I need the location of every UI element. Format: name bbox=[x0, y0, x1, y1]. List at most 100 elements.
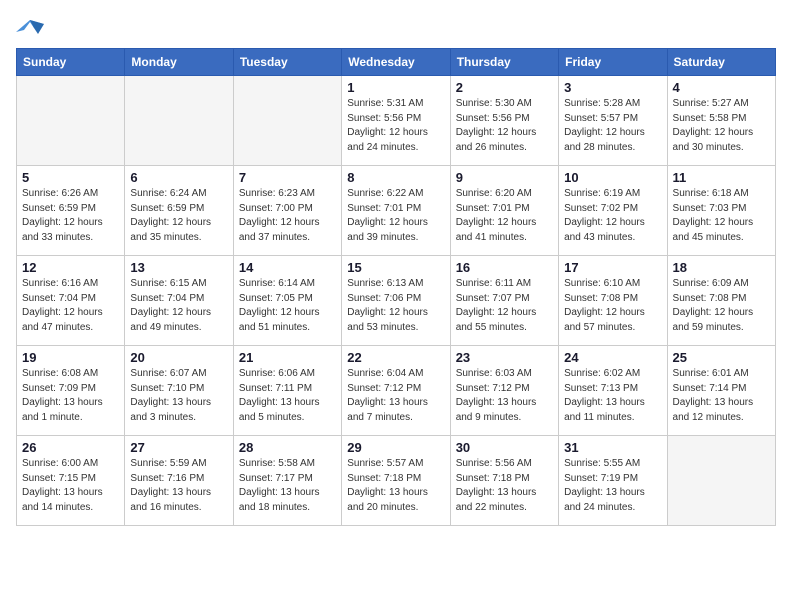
day-info: Sunrise: 6:26 AM Sunset: 6:59 PM Dayligh… bbox=[22, 187, 119, 245]
week-row-2: 5Sunrise: 6:26 AM Sunset: 6:59 PM Daylig… bbox=[17, 166, 776, 256]
calendar-cell: 21 Sunrise: 6:06 AM Sunset: 7:11 PM Dayli… bbox=[233, 346, 341, 436]
header-tuesday: Tuesday bbox=[233, 49, 341, 76]
calendar-cell bbox=[17, 76, 125, 166]
day-number: 17 bbox=[564, 260, 661, 275]
day-number: 16 bbox=[456, 260, 553, 275]
day-info: Sunrise: 6:11 AM Sunset: 7:07 PM Dayligh… bbox=[456, 277, 553, 335]
day-info: Sunrise: 6:03 AM Sunset: 7:12 PM Dayligh… bbox=[456, 367, 553, 425]
calendar-cell: 13 Sunrise: 6:15 AM Sunset: 7:04 PM Dayli… bbox=[125, 256, 233, 346]
day-info: Sunrise: 6:08 AM Sunset: 7:09 PM Dayligh… bbox=[22, 367, 119, 425]
calendar-cell: 16 Sunrise: 6:11 AM Sunset: 7:07 PM Dayli… bbox=[450, 256, 558, 346]
logo bbox=[16, 16, 48, 40]
day-number: 15 bbox=[347, 260, 444, 275]
day-number: 22 bbox=[347, 350, 444, 365]
day-info: Sunrise: 6:00 AM Sunset: 7:15 PM Dayligh… bbox=[22, 457, 119, 515]
day-info: Sunrise: 5:30 AM Sunset: 5:56 PM Dayligh… bbox=[456, 97, 553, 155]
calendar-cell: 6 Sunrise: 6:24 AM Sunset: 6:59 PM Daylig… bbox=[125, 166, 233, 256]
calendar-cell: 29 Sunrise: 5:57 AM Sunset: 7:18 PM Dayli… bbox=[342, 436, 450, 526]
day-number: 11 bbox=[673, 170, 770, 185]
header-thursday: Thursday bbox=[450, 49, 558, 76]
day-number: 12 bbox=[22, 260, 119, 275]
day-number: 31 bbox=[564, 440, 661, 455]
calendar-cell: 18Sunrise: 6:09 AM Sunset: 7:08 PM Dayli… bbox=[667, 256, 775, 346]
calendar-cell: 4Sunrise: 5:27 AM Sunset: 5:58 PM Daylig… bbox=[667, 76, 775, 166]
logo-icon bbox=[16, 16, 44, 40]
calendar-cell: 30 Sunrise: 5:56 AM Sunset: 7:18 PM Dayli… bbox=[450, 436, 558, 526]
day-number: 6 bbox=[130, 170, 227, 185]
day-info: Sunrise: 6:18 AM Sunset: 7:03 PM Dayligh… bbox=[673, 187, 770, 245]
calendar-cell: 10 Sunrise: 6:19 AM Sunset: 7:02 PM Dayli… bbox=[559, 166, 667, 256]
day-info: Sunrise: 6:01 AM Sunset: 7:14 PM Dayligh… bbox=[673, 367, 770, 425]
calendar-cell: 22 Sunrise: 6:04 AM Sunset: 7:12 PM Dayli… bbox=[342, 346, 450, 436]
day-number: 14 bbox=[239, 260, 336, 275]
calendar-cell: 5Sunrise: 6:26 AM Sunset: 6:59 PM Daylig… bbox=[17, 166, 125, 256]
calendar-table: SundayMondayTuesdayWednesdayThursdayFrid… bbox=[16, 48, 776, 526]
calendar-cell: 7 Sunrise: 6:23 AM Sunset: 7:00 PM Daylig… bbox=[233, 166, 341, 256]
day-info: Sunrise: 6:19 AM Sunset: 7:02 PM Dayligh… bbox=[564, 187, 661, 245]
day-info: Sunrise: 6:10 AM Sunset: 7:08 PM Dayligh… bbox=[564, 277, 661, 335]
header-monday: Monday bbox=[125, 49, 233, 76]
day-info: Sunrise: 5:57 AM Sunset: 7:18 PM Dayligh… bbox=[347, 457, 444, 515]
day-info: Sunrise: 5:31 AM Sunset: 5:56 PM Dayligh… bbox=[347, 97, 444, 155]
week-row-4: 19 Sunrise: 6:08 AM Sunset: 7:09 PM Dayli… bbox=[17, 346, 776, 436]
day-number: 24 bbox=[564, 350, 661, 365]
day-info: Sunrise: 6:13 AM Sunset: 7:06 PM Dayligh… bbox=[347, 277, 444, 335]
day-number: 25 bbox=[673, 350, 770, 365]
day-number: 20 bbox=[130, 350, 227, 365]
week-row-3: 12 Sunrise: 6:16 AM Sunset: 7:04 PM Dayli… bbox=[17, 256, 776, 346]
day-info: Sunrise: 6:16 AM Sunset: 7:04 PM Dayligh… bbox=[22, 277, 119, 335]
calendar-cell bbox=[233, 76, 341, 166]
day-info: Sunrise: 6:15 AM Sunset: 7:04 PM Dayligh… bbox=[130, 277, 227, 335]
day-number: 1 bbox=[347, 80, 444, 95]
calendar-cell: 8 Sunrise: 6:22 AM Sunset: 7:01 PM Daylig… bbox=[342, 166, 450, 256]
calendar-header-row: SundayMondayTuesdayWednesdayThursdayFrid… bbox=[17, 49, 776, 76]
calendar-cell bbox=[667, 436, 775, 526]
day-info: Sunrise: 6:14 AM Sunset: 7:05 PM Dayligh… bbox=[239, 277, 336, 335]
calendar-cell: 15 Sunrise: 6:13 AM Sunset: 7:06 PM Dayli… bbox=[342, 256, 450, 346]
header-friday: Friday bbox=[559, 49, 667, 76]
day-number: 13 bbox=[130, 260, 227, 275]
day-info: Sunrise: 5:27 AM Sunset: 5:58 PM Dayligh… bbox=[673, 97, 770, 155]
calendar-cell: 25 Sunrise: 6:01 AM Sunset: 7:14 PM Dayli… bbox=[667, 346, 775, 436]
day-info: Sunrise: 5:28 AM Sunset: 5:57 PM Dayligh… bbox=[564, 97, 661, 155]
day-number: 21 bbox=[239, 350, 336, 365]
calendar-cell: 12 Sunrise: 6:16 AM Sunset: 7:04 PM Dayli… bbox=[17, 256, 125, 346]
header-wednesday: Wednesday bbox=[342, 49, 450, 76]
day-number: 7 bbox=[239, 170, 336, 185]
day-info: Sunrise: 6:20 AM Sunset: 7:01 PM Dayligh… bbox=[456, 187, 553, 245]
day-number: 3 bbox=[564, 80, 661, 95]
header-saturday: Saturday bbox=[667, 49, 775, 76]
day-number: 30 bbox=[456, 440, 553, 455]
calendar-cell: 9Sunrise: 6:20 AM Sunset: 7:01 PM Daylig… bbox=[450, 166, 558, 256]
header-sunday: Sunday bbox=[17, 49, 125, 76]
day-number: 23 bbox=[456, 350, 553, 365]
day-info: Sunrise: 5:56 AM Sunset: 7:18 PM Dayligh… bbox=[456, 457, 553, 515]
day-info: Sunrise: 6:23 AM Sunset: 7:00 PM Dayligh… bbox=[239, 187, 336, 245]
calendar-cell: 19 Sunrise: 6:08 AM Sunset: 7:09 PM Dayli… bbox=[17, 346, 125, 436]
calendar-cell: 28 Sunrise: 5:58 AM Sunset: 7:17 PM Dayli… bbox=[233, 436, 341, 526]
day-number: 28 bbox=[239, 440, 336, 455]
day-info: Sunrise: 6:02 AM Sunset: 7:13 PM Dayligh… bbox=[564, 367, 661, 425]
day-number: 2 bbox=[456, 80, 553, 95]
day-number: 29 bbox=[347, 440, 444, 455]
day-info: Sunrise: 6:04 AM Sunset: 7:12 PM Dayligh… bbox=[347, 367, 444, 425]
day-info: Sunrise: 6:24 AM Sunset: 6:59 PM Dayligh… bbox=[130, 187, 227, 245]
day-info: Sunrise: 5:58 AM Sunset: 7:17 PM Dayligh… bbox=[239, 457, 336, 515]
calendar-cell: 31Sunrise: 5:55 AM Sunset: 7:19 PM Dayli… bbox=[559, 436, 667, 526]
day-info: Sunrise: 6:07 AM Sunset: 7:10 PM Dayligh… bbox=[130, 367, 227, 425]
calendar-cell: 1 Sunrise: 5:31 AM Sunset: 5:56 PM Daylig… bbox=[342, 76, 450, 166]
calendar-cell: 11 Sunrise: 6:18 AM Sunset: 7:03 PM Dayli… bbox=[667, 166, 775, 256]
day-number: 18 bbox=[673, 260, 770, 275]
day-number: 27 bbox=[130, 440, 227, 455]
calendar-cell: 26Sunrise: 6:00 AM Sunset: 7:15 PM Dayli… bbox=[17, 436, 125, 526]
calendar-cell: 23 Sunrise: 6:03 AM Sunset: 7:12 PM Dayli… bbox=[450, 346, 558, 436]
day-number: 10 bbox=[564, 170, 661, 185]
calendar-cell: 2 Sunrise: 5:30 AM Sunset: 5:56 PM Daylig… bbox=[450, 76, 558, 166]
calendar-cell: 24 Sunrise: 6:02 AM Sunset: 7:13 PM Dayli… bbox=[559, 346, 667, 436]
day-info: Sunrise: 6:06 AM Sunset: 7:11 PM Dayligh… bbox=[239, 367, 336, 425]
day-info: Sunrise: 6:22 AM Sunset: 7:01 PM Dayligh… bbox=[347, 187, 444, 245]
calendar-cell: 14 Sunrise: 6:14 AM Sunset: 7:05 PM Dayli… bbox=[233, 256, 341, 346]
day-number: 19 bbox=[22, 350, 119, 365]
calendar-cell: 27Sunrise: 5:59 AM Sunset: 7:16 PM Dayli… bbox=[125, 436, 233, 526]
day-number: 8 bbox=[347, 170, 444, 185]
